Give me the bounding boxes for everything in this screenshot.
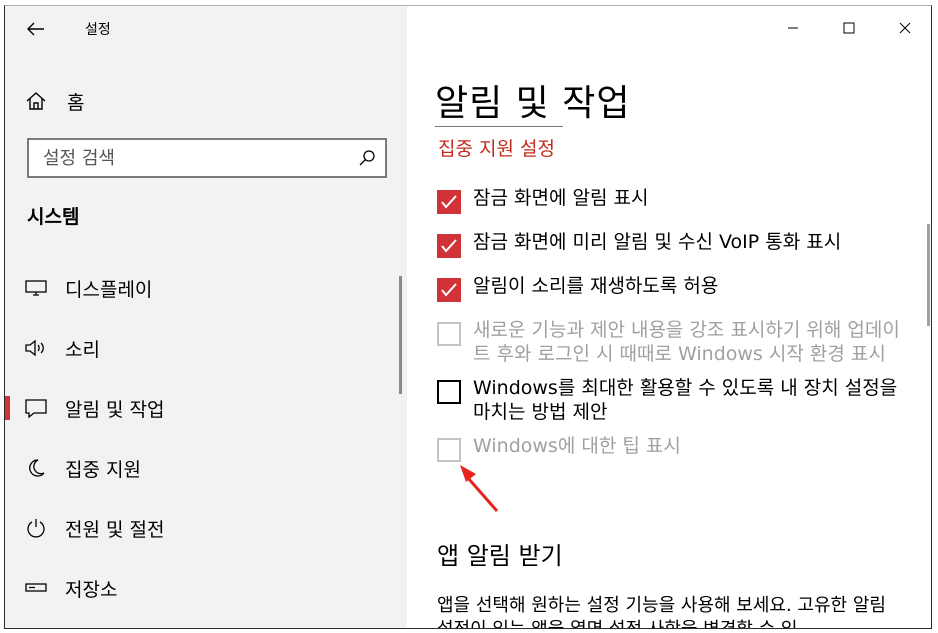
option-play-sounds[interactable]: 알림이 소리를 재생하도록 허용 bbox=[437, 274, 907, 302]
sidebar-item-display[interactable]: 디스플레이 bbox=[5, 258, 407, 318]
option-finish-setup[interactable]: Windows를 최대한 활용할 수 있도록 내 장치 설정을 마치는 방법 제… bbox=[437, 376, 907, 424]
option-label: 잠금 화면에 미리 알림 및 수신 VoIP 통화 표시 bbox=[473, 231, 842, 253]
page-title: 알림 및 작업 bbox=[435, 83, 631, 124]
app-title: 설정 bbox=[85, 22, 111, 38]
checkmark-icon bbox=[441, 239, 457, 253]
maximize-button[interactable] bbox=[821, 6, 877, 50]
sidebar-item-label: 알림 및 작업 bbox=[65, 398, 165, 421]
checkbox[interactable] bbox=[437, 234, 461, 258]
minimize-icon bbox=[788, 27, 798, 29]
sidebar-item-label: 소리 bbox=[65, 338, 100, 361]
maximize-icon bbox=[843, 22, 855, 34]
sidebar-item-label: 디스플레이 bbox=[65, 278, 153, 301]
speaker-icon bbox=[25, 337, 47, 359]
sidebar-item-label: 저장소 bbox=[65, 578, 118, 601]
sidebar-item-power[interactable]: 전원 및 절전 bbox=[5, 498, 407, 558]
sidebar-item-label: 집중 지원 bbox=[65, 458, 141, 481]
option-label: Windows를 최대한 활용할 수 있도록 내 장치 설정을 마치는 방법 제… bbox=[473, 377, 898, 423]
home-label: 홈 bbox=[67, 91, 85, 114]
sidebar-nav: 디스플레이 소리 알림 및 작업 집중 지원 전원 및 절전 저장소 bbox=[5, 258, 407, 618]
annotation-arrow-icon bbox=[460, 465, 499, 512]
notification-icon bbox=[25, 397, 47, 419]
option-label: 새로운 기능과 제안 내용을 강조 표시하기 위해 업데이트 후와 로그인 시 … bbox=[473, 319, 900, 365]
checkmark-icon bbox=[441, 195, 457, 209]
arrow-left-icon bbox=[27, 22, 44, 36]
section-description: 앱을 선택해 원하는 설정 기능을 사용해 보세요. 고유한 알림 설정이 있는… bbox=[437, 595, 886, 628]
option-label: 알림이 소리를 재생하도록 허용 bbox=[473, 275, 719, 297]
title-bar: 설정 bbox=[5, 6, 407, 50]
back-button[interactable] bbox=[23, 16, 49, 42]
sidebar-item-home[interactable]: 홈 bbox=[25, 86, 84, 116]
sidebar-item-sound[interactable]: 소리 bbox=[5, 318, 407, 378]
search-input[interactable] bbox=[43, 147, 343, 169]
section-title: 시스템 bbox=[27, 206, 80, 228]
content-pane: 알림 및 작업 집중 지원 설정 잠금 화면에 알림 표시 잠금 화면에 미리 … bbox=[407, 6, 931, 628]
focus-assist-settings-link[interactable]: 집중 지원 설정 bbox=[438, 134, 555, 161]
sidebar-item-storage[interactable]: 저장소 bbox=[5, 558, 407, 618]
sidebar-item-notifications[interactable]: 알림 및 작업 bbox=[5, 378, 407, 438]
search-box[interactable] bbox=[27, 138, 387, 178]
home-icon bbox=[26, 92, 46, 110]
checkbox[interactable] bbox=[437, 278, 461, 302]
power-icon bbox=[25, 517, 47, 539]
option-lock-screen-notifications[interactable]: 잠금 화면에 알림 표시 bbox=[437, 186, 907, 214]
storage-icon bbox=[25, 577, 47, 599]
minimize-button[interactable] bbox=[765, 6, 821, 50]
search-icon[interactable] bbox=[359, 150, 375, 166]
option-welcome-experience[interactable]: 새로운 기능과 제안 내용을 강조 표시하기 위해 업데이트 후와 로그인 시 … bbox=[437, 318, 907, 366]
sidebar: 설정 홈 시스템 디스플레이 bbox=[5, 6, 407, 628]
option-label: Windows에 대한 팁 표시 bbox=[473, 435, 681, 457]
content-scrollbar[interactable] bbox=[927, 224, 930, 326]
option-label: 잠금 화면에 알림 표시 bbox=[473, 187, 649, 209]
section-heading: 앱 알림 받기 bbox=[437, 542, 563, 570]
settings-window: 설정 홈 시스템 디스플레이 bbox=[4, 5, 932, 629]
option-windows-tips[interactable]: Windows에 대한 팁 표시 bbox=[437, 434, 907, 462]
divider bbox=[435, 126, 563, 127]
close-button[interactable] bbox=[877, 6, 931, 50]
notification-options: 잠금 화면에 알림 표시 잠금 화면에 미리 알림 및 수신 VoIP 통화 표… bbox=[437, 186, 907, 462]
sidebar-scrollbar[interactable] bbox=[399, 276, 402, 394]
close-icon bbox=[899, 22, 911, 34]
checkbox[interactable] bbox=[437, 190, 461, 214]
monitor-icon bbox=[25, 277, 47, 299]
checkbox[interactable] bbox=[437, 322, 461, 346]
sidebar-item-focus-assist[interactable]: 집중 지원 bbox=[5, 438, 407, 498]
checkmark-icon bbox=[441, 283, 457, 297]
option-lock-screen-reminders[interactable]: 잠금 화면에 미리 알림 및 수신 VoIP 통화 표시 bbox=[437, 230, 907, 258]
sidebar-item-label: 전원 및 절전 bbox=[65, 518, 165, 541]
moon-icon bbox=[25, 457, 47, 479]
window-controls bbox=[765, 6, 931, 50]
checkbox[interactable] bbox=[437, 380, 461, 404]
